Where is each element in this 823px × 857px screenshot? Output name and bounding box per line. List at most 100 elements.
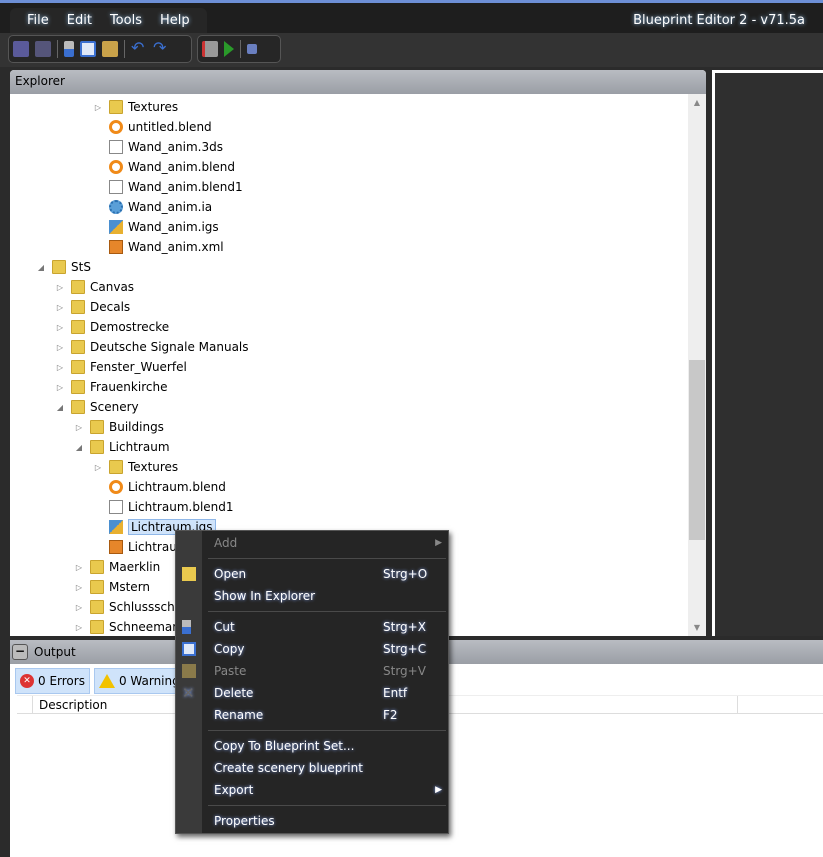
export-blueprint-icon[interactable]	[202, 41, 218, 57]
menu-item-label: Export	[214, 783, 254, 797]
collapsed-arrow-icon[interactable]: ▷	[93, 103, 103, 112]
stop-icon[interactable]	[247, 44, 257, 54]
menu-item-label: Copy	[214, 642, 245, 656]
tree-item[interactable]: ▷ Textures	[93, 97, 178, 117]
collapsed-arrow-icon[interactable]: ▷	[74, 423, 84, 432]
tree-item[interactable]: Lichtraum.blend	[93, 477, 226, 497]
menu-item-delete[interactable]: ✕ Delete Entf	[182, 682, 448, 704]
tree-item[interactable]: ▷ Schneemann	[74, 617, 187, 636]
menu-item-show-in-explorer[interactable]: Show In Explorer	[202, 585, 448, 607]
menu-item-cut[interactable]: Cut Strg+X	[182, 616, 448, 638]
tree-item[interactable]: ▷ Textures	[93, 457, 178, 477]
menu-item-add: Add ▶	[202, 532, 448, 554]
run-icon[interactable]	[224, 41, 234, 57]
expanded-arrow-icon[interactable]: ◢	[74, 443, 84, 452]
scroll-down-icon[interactable]: ▼	[688, 623, 706, 632]
blender-file-icon	[109, 120, 123, 134]
tree-item[interactable]: ◢ StS	[36, 257, 91, 277]
collapsed-arrow-icon[interactable]: ▷	[74, 623, 84, 632]
tree-item[interactable]: ▷ Decals	[55, 297, 130, 317]
folder-icon	[71, 380, 85, 394]
collapsed-arrow-icon[interactable]: ▷	[55, 363, 65, 372]
menu-file[interactable]: File	[20, 8, 56, 33]
collapsed-arrow-icon[interactable]: ▷	[55, 383, 65, 392]
menu-help[interactable]: Help	[153, 8, 197, 33]
tree-item[interactable]: Wand_anim.3ds	[93, 137, 223, 157]
menu-item-label: Show In Explorer	[214, 589, 316, 603]
expanded-arrow-icon[interactable]: ◢	[36, 263, 46, 272]
scroll-up-icon[interactable]: ▲	[688, 98, 706, 107]
tree-item[interactable]: Wand_anim.blend1	[93, 177, 243, 197]
menu-item-paste: Paste Strg+V	[182, 660, 448, 682]
collapsed-arrow-icon[interactable]: ▷	[74, 603, 84, 612]
vertical-scrollbar[interactable]: ▲ ▼	[688, 94, 706, 636]
menu-item-shortcut: Strg+X	[383, 620, 426, 634]
folder-icon	[71, 360, 85, 374]
menu-item-open[interactable]: Open Strg+O	[182, 563, 448, 585]
menu-item-rename[interactable]: Rename F2	[202, 704, 448, 726]
tree-item[interactable]: Wand_anim.xml	[93, 237, 224, 257]
tree-item[interactable]: ▷ Fenster_Wuerfel	[55, 357, 187, 377]
save-all-icon[interactable]	[35, 41, 51, 57]
menu-item-create-scenery-blueprint[interactable]: Create scenery blueprint	[202, 757, 448, 779]
menu-item-copy-to-blueprint-set[interactable]: Copy To Blueprint Set...	[202, 735, 448, 757]
tree-item[interactable]: Wand_anim.blend	[93, 157, 235, 177]
errors-filter-button[interactable]: ✕ 0 Errors	[15, 668, 90, 694]
menu-item-export[interactable]: Export ▶	[202, 779, 448, 801]
paste-icon[interactable]	[102, 41, 118, 57]
tree-item[interactable]: Lichtraum.blend1	[93, 497, 234, 517]
tree-item-label: Fenster_Wuerfel	[90, 360, 187, 374]
cut-icon[interactable]	[64, 41, 74, 57]
tree-item[interactable]: Wand_anim.igs	[93, 217, 219, 237]
tree-item[interactable]: ▷ Demostrecke	[55, 317, 169, 337]
tree-item[interactable]: ▷ Schlusssche	[74, 597, 182, 617]
folder-icon	[71, 320, 85, 334]
folder-icon	[71, 400, 85, 414]
menu-tools[interactable]: Tools	[103, 8, 149, 33]
menu-item-copy[interactable]: Copy Strg+C	[182, 638, 448, 660]
menu-item-shortcut: Strg+O	[383, 567, 428, 581]
collapsed-arrow-icon[interactable]: ▷	[93, 463, 103, 472]
save-icon[interactable]	[13, 41, 29, 57]
menu-item-label: Copy To Blueprint Set...	[214, 739, 355, 753]
tree-item[interactable]: ▷ Canvas	[55, 277, 134, 297]
scrollbar-thumb[interactable]	[689, 360, 705, 540]
context-menu: Add ▶ Open Strg+O Show In Explorer Cut Strg+X C…	[175, 530, 449, 834]
redo-icon[interactable]: ↷	[153, 40, 169, 57]
tree-item[interactable]: ◢ Scenery	[55, 397, 139, 417]
menu-item-label: Add	[214, 536, 238, 550]
tree-item[interactable]: untitled.blend	[93, 117, 212, 137]
file-icon	[109, 140, 123, 154]
tree-item-label: Scenery	[90, 400, 139, 414]
collapsed-arrow-icon[interactable]: ▷	[74, 583, 84, 592]
menu-edit[interactable]: Edit	[60, 8, 99, 33]
tree-item[interactable]: ▷ Buildings	[74, 417, 164, 437]
collapsed-arrow-icon[interactable]: ▷	[74, 563, 84, 572]
copy-icon[interactable]	[80, 41, 96, 57]
tree-item-label: Maerklin	[109, 560, 161, 574]
blender-file-icon	[109, 480, 123, 494]
tree-item-label: Lichtraum.blend1	[128, 500, 234, 514]
tree-item-label: Decals	[90, 300, 131, 314]
tree-item[interactable]: ▷ Mstern	[74, 577, 150, 597]
column-description[interactable]: Description	[39, 698, 107, 712]
tree-item[interactable]: ▷ Maerklin	[74, 557, 160, 577]
collapse-button[interactable]: −	[12, 644, 28, 660]
tree-item[interactable]: ▷ Frauenkirche	[55, 377, 167, 397]
collapsed-arrow-icon[interactable]: ▷	[55, 283, 65, 292]
tree-item[interactable]: ◢ Lichtraum	[74, 437, 170, 457]
folder-icon	[71, 280, 85, 294]
undo-icon[interactable]: ↶	[131, 40, 147, 57]
tree-item[interactable]: Wand_anim.ia	[93, 197, 212, 217]
file-icon	[109, 500, 123, 514]
collapsed-arrow-icon[interactable]: ▷	[55, 323, 65, 332]
menu-item-properties[interactable]: Properties	[202, 810, 448, 832]
menu-item-label: Properties	[214, 814, 275, 828]
tree-item-label: untitled.blend	[128, 120, 212, 134]
tree-item-label: Textures	[128, 460, 179, 474]
expanded-arrow-icon[interactable]: ◢	[55, 403, 65, 412]
collapsed-arrow-icon[interactable]: ▷	[55, 343, 65, 352]
tree-item[interactable]: ▷ Deutsche Signale Manuals	[55, 337, 249, 357]
collapsed-arrow-icon[interactable]: ▷	[55, 303, 65, 312]
folder-icon	[90, 620, 104, 634]
